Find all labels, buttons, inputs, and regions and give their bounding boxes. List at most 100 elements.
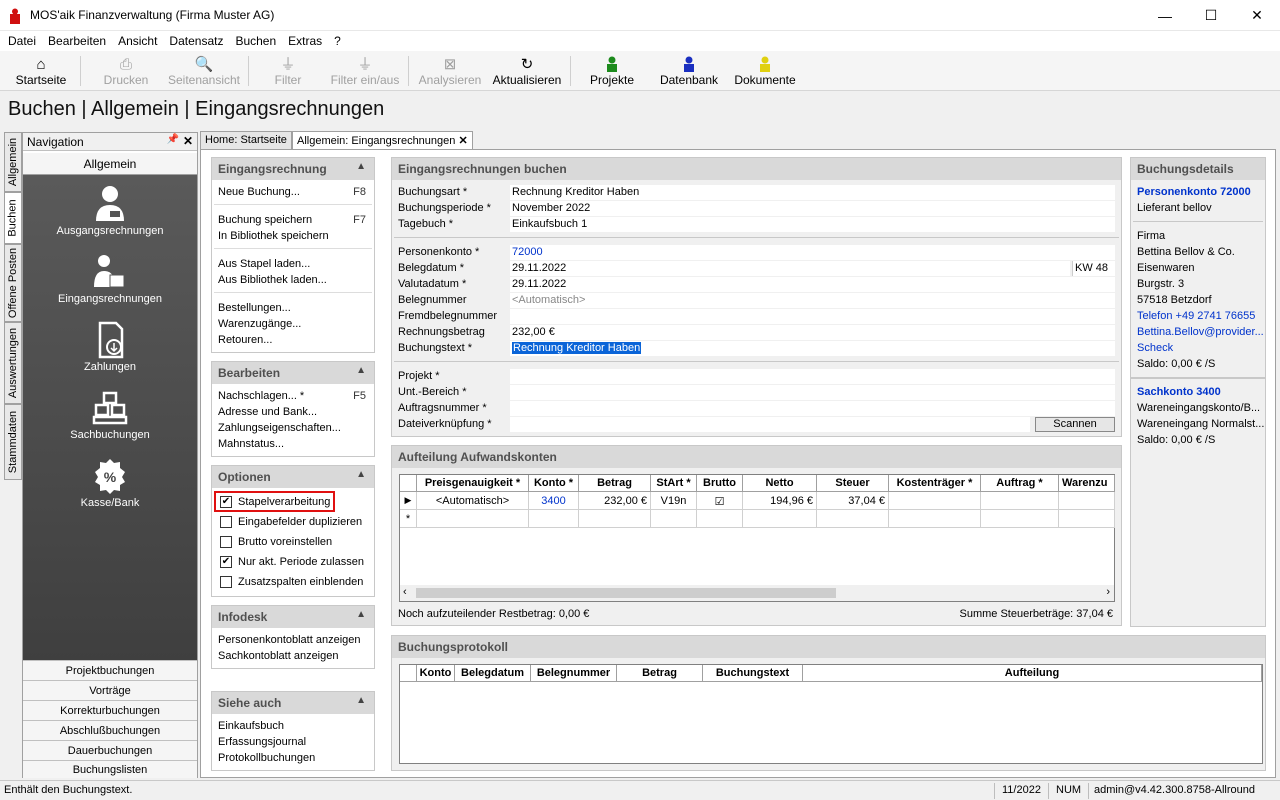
col-warenzu[interactable]: Warenzu [1059, 475, 1115, 492]
vtab-offene-posten[interactable]: Offene Posten [4, 244, 22, 322]
col-netto[interactable]: Netto [743, 475, 817, 492]
sachkonto-link[interactable]: Sachkonto 3400 [1137, 386, 1221, 398]
cell-warenzu[interactable] [1059, 492, 1115, 510]
navigation-group[interactable]: Allgemein [23, 153, 197, 175]
buchung-speichern-link[interactable]: Buchung speichern [218, 214, 312, 226]
vtab-allgemein[interactable]: Allgemein [4, 132, 22, 192]
close-window-button[interactable]: ✕ [1234, 0, 1280, 31]
cell-betrag[interactable]: 232,00 € [579, 492, 651, 510]
filter-toggle-button[interactable]: ⏚ Filter ein/aus [326, 52, 404, 90]
cell-steuer[interactable]: 37,04 € [817, 492, 889, 510]
nav-sachbuchungen[interactable]: Sachbuchungen [23, 387, 197, 441]
protokollbuchungen-link[interactable]: Protokollbuchungen [218, 752, 315, 764]
belegnummer-field[interactable]: <Automatisch> [510, 293, 1115, 308]
valutadatum-field[interactable]: 29.11.2022 [510, 277, 1115, 292]
neue-buchung-link[interactable]: Neue Buchung... [218, 186, 300, 198]
col-konto[interactable]: Konto * [529, 475, 579, 492]
dateiverknuepfung-field[interactable] [510, 417, 1030, 432]
menu-help[interactable]: ? [328, 34, 347, 48]
einkaufsbuch-link[interactable]: Einkaufsbuch [218, 720, 284, 732]
mahnstatus-link[interactable]: Mahnstatus... [218, 438, 284, 450]
menu-bearbeiten[interactable]: Bearbeiten [42, 34, 112, 48]
unt-bereich-field[interactable] [510, 385, 1115, 400]
nav-zahlungen[interactable]: Zahlungen [23, 319, 197, 373]
rechnungsbetrag-field[interactable]: 232,00 € [510, 325, 1115, 340]
retouren-link[interactable]: Retouren... [218, 334, 272, 346]
aktualisieren-button[interactable]: ↻ Aktualisieren [490, 52, 564, 90]
warenzugaenge-link[interactable]: Warenzugänge... [218, 318, 301, 330]
vtab-buchen[interactable]: Buchen [4, 192, 22, 244]
zahlungsart-link[interactable]: Scheck [1137, 342, 1173, 354]
task-optionen-header[interactable]: Optionen ▲ [212, 466, 374, 488]
nachschlagen-link[interactable]: Nachschlagen... * [218, 390, 304, 402]
zahlungseigenschaften-link[interactable]: Zahlungseigenschaften... [218, 422, 341, 434]
personenkonto-link[interactable]: Personenkonto 72000 [1137, 186, 1251, 198]
scroll-left-icon[interactable]: ‹ [403, 586, 407, 598]
buchungsperiode-field[interactable]: November 2022 [510, 201, 1115, 216]
new-row-cell[interactable] [981, 510, 1059, 528]
new-row-cell[interactable] [651, 510, 697, 528]
menu-datei[interactable]: Datei [2, 34, 42, 48]
scrollbar-thumb[interactable] [416, 588, 836, 598]
col-start[interactable]: StArt * [651, 475, 697, 492]
erfassungsjournal-link[interactable]: Erfassungsjournal [218, 736, 306, 748]
col-belegdatum[interactable]: Belegdatum [455, 665, 531, 682]
nav-korrekturbuchungen[interactable]: Korrekturbuchungen [23, 700, 197, 720]
auftragsnummer-field[interactable] [510, 401, 1115, 416]
belegdatum-field[interactable]: 29.11.2022 [510, 261, 1070, 276]
maximize-button[interactable]: ☐ [1188, 0, 1234, 31]
col-buchungstext[interactable]: Buchungstext [703, 665, 803, 682]
col-steuer[interactable]: Steuer [817, 475, 889, 492]
new-row-cell[interactable] [1059, 510, 1115, 528]
sachkontoblatt-link[interactable]: Sachkontoblatt anzeigen [218, 650, 338, 662]
new-row-cell[interactable] [529, 510, 579, 528]
projekte-button[interactable]: Projekte [582, 52, 642, 90]
periode-checkbox[interactable]: ✔ [220, 556, 232, 568]
filter-button[interactable]: ⏚ Filter [260, 52, 316, 90]
dokumente-button[interactable]: Dokumente [732, 52, 798, 90]
horizontal-scrollbar[interactable]: ‹ › [400, 585, 1114, 601]
menu-datensatz[interactable]: Datensatz [163, 34, 229, 48]
tab-close-button[interactable]: ✕ [458, 135, 467, 147]
cell-preisgenauigkeit[interactable]: <Automatisch> [417, 492, 529, 510]
nav-kasse-bank[interactable]: % Kasse/Bank [23, 455, 197, 509]
new-row-cell[interactable] [579, 510, 651, 528]
col-preisgenauigkeit[interactable]: Preisgenauigkeit * [417, 475, 529, 492]
cell-start[interactable]: V19n [651, 492, 697, 510]
vtab-auswertungen[interactable]: Auswertungen [4, 322, 22, 404]
email-link[interactable]: Bettina.Bellov@provider... [1137, 326, 1264, 338]
cell-netto[interactable]: 194,96 € [743, 492, 817, 510]
datenbank-button[interactable]: Datenbank [656, 52, 722, 90]
collapse-icon[interactable]: ▲ [356, 469, 366, 480]
nav-buchungslisten[interactable]: Buchungslisten [23, 760, 197, 778]
task-bearbeiten-header[interactable]: Bearbeiten ▲ [212, 362, 374, 384]
personenkontoblatt-link[interactable]: Personenkontoblatt anzeigen [218, 634, 361, 646]
nav-ausgangsrechnungen[interactable]: Ausgangsrechnungen [23, 183, 197, 237]
task-infodesk-header[interactable]: Infodesk ▲ [212, 606, 374, 628]
tab-eingangsrechnungen[interactable]: Allgemein: Eingangsrechnungen ✕ [292, 131, 473, 149]
scroll-right-icon[interactable]: › [1106, 586, 1110, 598]
tagebuch-field[interactable]: Einkaufsbuch 1 [510, 217, 1115, 232]
collapse-icon[interactable]: ▲ [356, 609, 366, 620]
stapel-laden-link[interactable]: Aus Stapel laden... [218, 258, 310, 270]
collapse-icon[interactable]: ▲ [356, 161, 366, 172]
zusatzspalten-checkbox[interactable] [220, 576, 232, 588]
vtab-stammdaten[interactable]: Stammdaten [4, 404, 22, 480]
seitenansicht-button[interactable]: 🔍 Seitenansicht [164, 52, 244, 90]
analysieren-button[interactable]: ⊠ Analysieren [416, 52, 484, 90]
new-row-cell[interactable] [817, 510, 889, 528]
bestellungen-link[interactable]: Bestellungen... [218, 302, 291, 314]
new-row-cell[interactable] [697, 510, 743, 528]
buchungsart-field[interactable]: Rechnung Kreditor Haben [510, 185, 1115, 200]
collapse-icon[interactable]: ▲ [356, 695, 366, 706]
personenkonto-field[interactable]: 72000 [510, 245, 1115, 260]
nav-projektbuchungen[interactable]: Projektbuchungen [23, 660, 197, 680]
col-betrag[interactable]: Betrag [617, 665, 703, 682]
col-aufteilung[interactable]: Aufteilung [803, 665, 1262, 682]
menu-buchen[interactable]: Buchen [229, 34, 282, 48]
new-row-cell[interactable] [743, 510, 817, 528]
buchungstext-field[interactable]: Rechnung Kreditor Haben [510, 341, 1115, 356]
col-konto[interactable]: Konto [417, 665, 455, 682]
task-siehe-auch-header[interactable]: Siehe auch ▲ [212, 692, 374, 714]
nav-vortraege[interactable]: Vorträge [23, 680, 197, 700]
